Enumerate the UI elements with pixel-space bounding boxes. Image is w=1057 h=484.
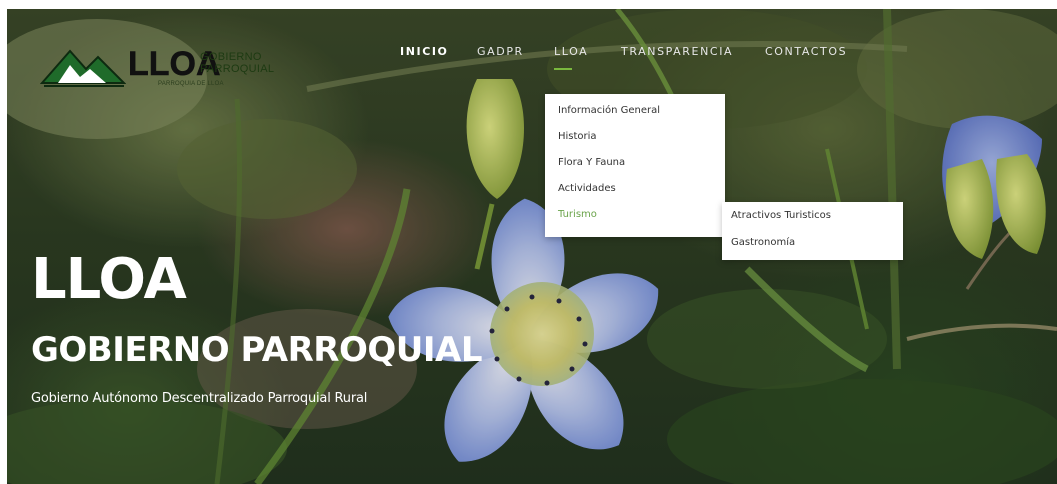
nav-active-underline <box>554 68 572 70</box>
hero-description: Gobierno Autónomo Descentralizado Parroq… <box>31 391 368 406</box>
nav-item-gadpr[interactable]: GADPR <box>477 45 524 58</box>
menu-item-turismo[interactable]: Turismo <box>558 209 597 220</box>
menu-item-informacion-general[interactable]: Información General <box>558 105 660 116</box>
menu-item-flora-y-fauna[interactable]: Flora Y Fauna <box>558 157 625 168</box>
nav-item-transparencia[interactable]: TRANSPARENCIA <box>621 45 733 58</box>
logo-subtitle-line1: GOBIERNO <box>200 51 262 63</box>
menu-item-actividades[interactable]: Actividades <box>558 183 616 194</box>
nav-item-inicio[interactable]: INICIO <box>400 45 449 58</box>
turismo-submenu: Atractivos Turisticos Gastronomía <box>722 202 903 260</box>
nav-item-lloa[interactable]: LLOA <box>554 45 588 58</box>
nav-item-contactos[interactable]: CONTACTOS <box>765 45 847 58</box>
submenu-item-gastronomia[interactable]: Gastronomía <box>731 237 795 248</box>
mountain-logo-icon <box>40 49 126 87</box>
menu-item-historia[interactable]: Historia <box>558 131 597 142</box>
hero-title: LLOA <box>31 247 187 312</box>
submenu-item-atractivos-turisticos[interactable]: Atractivos Turisticos <box>731 210 831 221</box>
lloa-dropdown-menu: Información General Historia Flora Y Fau… <box>545 94 725 237</box>
logo-subtitle: GOBIERNO PARROQUIAL <box>200 51 275 75</box>
hero-subtitle: GOBIERNO PARROQUIAL <box>31 330 483 370</box>
logo-tagline: PARROQUIA DE LLOA <box>158 81 224 87</box>
site-logo[interactable]: LLOA GOBIERNO PARROQUIAL PARROQUIA DE LL… <box>40 43 280 95</box>
logo-subtitle-line2: PARROQUIAL <box>200 63 275 75</box>
